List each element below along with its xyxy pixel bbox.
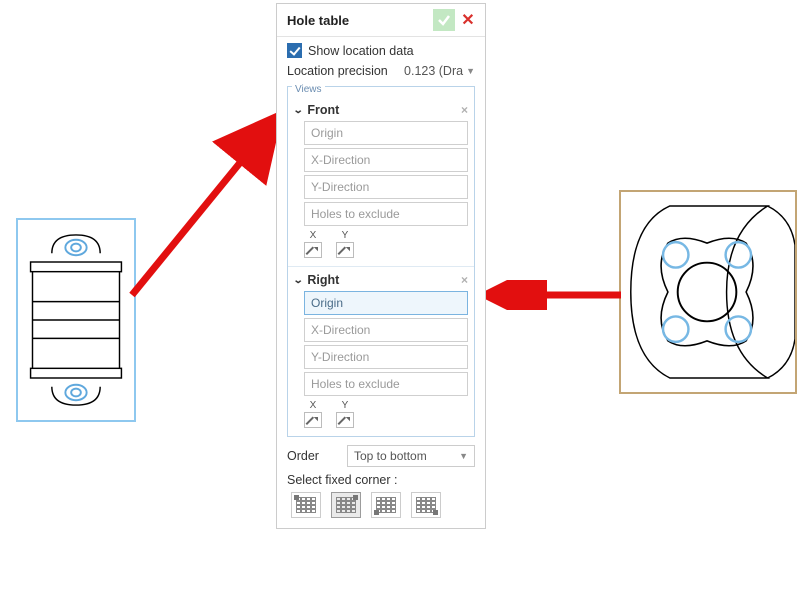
precision-select[interactable]: 0.123 (Dra▼ bbox=[404, 64, 475, 78]
view-name: Right bbox=[307, 273, 339, 287]
dialog-header: Hole table ✕ bbox=[277, 4, 485, 37]
corner-bottom-left-button[interactable] bbox=[371, 492, 401, 518]
xdir-field[interactable]: X-Direction bbox=[304, 148, 468, 172]
fixed-corner-label: Select fixed corner : bbox=[287, 473, 475, 487]
drawing-view-right[interactable] bbox=[619, 190, 797, 394]
xdir-field[interactable]: X-Direction bbox=[304, 318, 468, 342]
annotation-arrow-left bbox=[124, 105, 289, 300]
dialog-title: Hole table bbox=[287, 13, 431, 28]
precision-label: Location precision bbox=[287, 64, 388, 78]
corner-top-left-button[interactable] bbox=[291, 492, 321, 518]
show-location-checkbox[interactable] bbox=[287, 43, 302, 58]
corner-top-right-button[interactable] bbox=[331, 492, 361, 518]
show-location-label: Show location data bbox=[308, 44, 414, 58]
order-select[interactable]: Top to bottom▼ bbox=[347, 445, 475, 467]
views-label: Views bbox=[292, 84, 325, 95]
order-label: Order bbox=[287, 449, 319, 463]
annotation-arrow-right bbox=[476, 280, 626, 310]
flip-y-button[interactable] bbox=[336, 242, 354, 258]
exclude-field[interactable]: Holes to exclude bbox=[304, 202, 468, 226]
view-section-right: ⌄ Right × Origin X-Direction Y-Direction… bbox=[288, 266, 474, 436]
views-box: Views ⌄ Front × Origin X-Direction Y-Dir… bbox=[287, 86, 475, 437]
hole-table-dialog: Hole table ✕ Show location data Location… bbox=[276, 3, 486, 529]
flip-y-button[interactable] bbox=[336, 412, 354, 428]
flip-x-button[interactable] bbox=[304, 412, 322, 428]
chevron-down-icon: ▼ bbox=[459, 451, 468, 461]
chevron-down-icon: ▼ bbox=[466, 66, 475, 76]
ydir-field[interactable]: Y-Direction bbox=[304, 175, 468, 199]
view-header-front[interactable]: ⌄ Front × bbox=[294, 101, 468, 121]
confirm-button[interactable] bbox=[433, 9, 455, 31]
chevron-down-icon: ⌄ bbox=[293, 105, 304, 116]
view-header-right[interactable]: ⌄ Right × bbox=[294, 271, 468, 291]
view-section-front: ⌄ Front × Origin X-Direction Y-Direction… bbox=[288, 101, 474, 266]
origin-field[interactable]: Origin bbox=[304, 291, 468, 315]
remove-view-icon[interactable]: × bbox=[461, 273, 468, 287]
close-button[interactable]: ✕ bbox=[457, 9, 479, 31]
exclude-field[interactable]: Holes to exclude bbox=[304, 372, 468, 396]
flip-x-button[interactable] bbox=[304, 242, 322, 258]
origin-field[interactable]: Origin bbox=[304, 121, 468, 145]
drawing-view-front[interactable] bbox=[16, 218, 136, 422]
chevron-down-icon: ⌄ bbox=[293, 275, 304, 286]
corner-bottom-right-button[interactable] bbox=[411, 492, 441, 518]
remove-view-icon[interactable]: × bbox=[461, 103, 468, 117]
ydir-field[interactable]: Y-Direction bbox=[304, 345, 468, 369]
view-name: Front bbox=[307, 103, 339, 117]
